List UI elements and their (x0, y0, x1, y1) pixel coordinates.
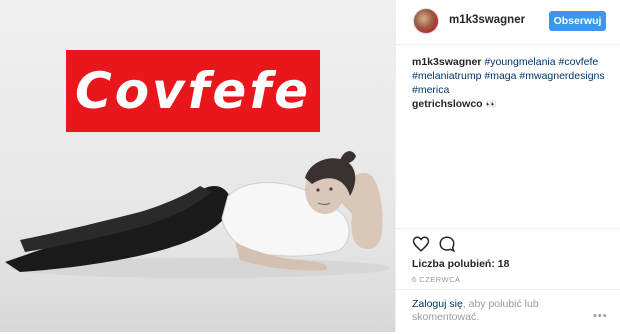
header-username[interactable]: m1k3swagner (449, 14, 525, 26)
post-actions: Liczba polubień: 18 6 CZERWCA Zaloguj si… (396, 228, 620, 329)
covfefe-banner: Covfefe (66, 50, 320, 132)
comment: getrichslowco 👀 (412, 97, 497, 111)
post-header: m1k3swagner Obserwuj (396, 0, 620, 45)
instagram-post: Covfefe m1k3swagner Obserwuj m1k3swagner… (0, 0, 620, 332)
login-prompt: Zaloguj się, aby polubić lub skomentować… (396, 289, 620, 334)
hashtag-merica[interactable]: #merica (412, 84, 449, 96)
hashtag-youngmelania[interactable]: #youngmelania (484, 56, 555, 68)
hashtag-mwagnerdesigns[interactable]: #mwagnerdesigns (519, 70, 604, 82)
heart-outline-icon[interactable] (412, 235, 430, 253)
post-date[interactable]: 6 CZERWCA (412, 275, 461, 284)
post-sidebar: m1k3swagner Obserwuj m1k3swagner #youngm… (395, 0, 620, 332)
post-photo[interactable]: Covfefe (0, 0, 395, 332)
login-text: Zaloguj się, aby polubić lub skomentować… (412, 298, 542, 324)
more-options-icon[interactable]: ••• (593, 310, 608, 322)
banner-text: Covfefe (75, 62, 311, 120)
avatar[interactable] (413, 8, 439, 34)
likes-count[interactable]: Liczba polubień: 18 (412, 258, 509, 270)
comment-text: 👀 (485, 99, 497, 109)
follow-button[interactable]: Obserwuj (549, 11, 606, 31)
login-link[interactable]: Zaloguj się (412, 298, 463, 310)
speech-bubble-icon[interactable] (438, 235, 456, 253)
hashtag-maga[interactable]: #maga (484, 70, 516, 82)
hashtag-melaniatrump[interactable]: #melaniatrump (412, 70, 481, 82)
comment-username[interactable]: getrichslowco (412, 98, 483, 110)
hashtag-covfefe[interactable]: #covfefe (559, 56, 599, 68)
caption-username[interactable]: m1k3swagner (412, 56, 481, 68)
post-caption: m1k3swagner #youngmelania #covfefe #mela… (412, 55, 612, 97)
